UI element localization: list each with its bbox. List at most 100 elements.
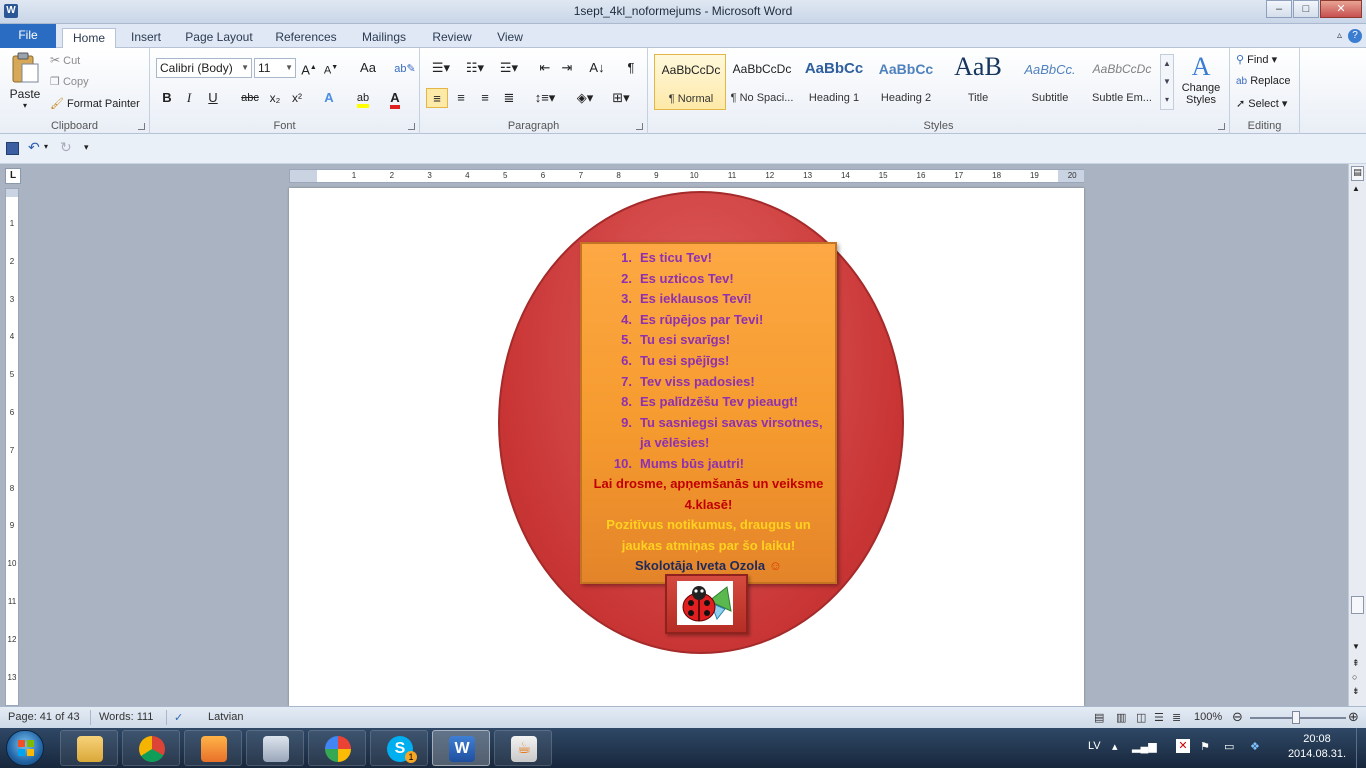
shading-button[interactable]: ◈▾ [570,88,600,108]
bold-button[interactable]: B [156,88,178,108]
tab-selector[interactable]: L [5,168,21,184]
tab-view[interactable]: View [490,28,530,48]
close-button[interactable]: ✕ [1320,0,1362,18]
show-desktop-button[interactable] [1356,728,1366,768]
system-clock[interactable]: 20:08 2014.08.31. [1282,732,1352,762]
minimize-button[interactable]: – [1266,0,1292,18]
line-spacing-button[interactable]: ↕≡▾ [530,88,560,108]
action-center-icon[interactable]: ✕ [1176,739,1190,753]
find-button[interactable]: ⚲ Find ▾ [1236,53,1277,66]
tab-page-layout[interactable]: Page Layout [180,28,258,48]
draft-view-icon[interactable]: ≣ [1172,711,1181,724]
select-button[interactable]: ➚ Select ▾ [1236,97,1287,110]
style-heading-2[interactable]: AaBbCc Heading 2 [870,54,942,110]
clipboard-launcher-icon[interactable] [138,123,145,130]
next-page-icon[interactable]: ⇟ [1352,686,1360,697]
style-subtitle[interactable]: AaBbCc. Subtitle [1014,54,1086,110]
grow-font-button[interactable]: A▲ [298,58,320,78]
taskbar-skype[interactable]: S 1 [370,730,428,766]
customize-toolbar-icon[interactable]: ▾ [84,142,89,153]
styles-gallery-scroll[interactable]: ▲ ▼ ▾ [1160,54,1174,110]
font-launcher-icon[interactable] [408,123,415,130]
scroll-down-icon[interactable]: ▼ [1352,642,1360,651]
tab-review[interactable]: Review [426,28,478,48]
dropbox-icon[interactable]: ❖ [1250,740,1260,753]
increase-indent-button[interactable]: ⇥ [556,58,578,78]
zoom-level[interactable]: 100% [1194,711,1222,723]
highlight-button[interactable]: ab [350,88,376,108]
sort-button[interactable]: A↓ [586,58,608,78]
network-icon[interactable]: ▂▄▆ [1132,740,1157,753]
taskbar-java[interactable]: ☕ [494,730,552,766]
change-styles-button[interactable]: A Change Styles [1178,52,1224,106]
taskbar-media-player[interactable] [184,730,242,766]
language-bar[interactable]: LV [1088,740,1101,752]
web-layout-icon[interactable]: ◫ [1136,711,1146,724]
zoom-in-icon[interactable]: ⊕ [1348,709,1359,725]
cut-button[interactable]: ✂ Cut [50,53,80,67]
style-title[interactable]: AaB Title [942,52,1014,110]
redo-icon[interactable]: ↻ [60,139,72,156]
save-icon[interactable] [6,142,19,155]
tray-expand-icon[interactable]: ▴ [1112,740,1118,753]
underline-button[interactable]: U [202,88,224,108]
bullets-button[interactable]: ☰▾ [426,58,456,78]
align-center-button[interactable]: ≡ [450,88,472,108]
taskbar-word[interactable]: W [432,730,490,766]
display-icon[interactable]: ▭ [1224,740,1234,753]
maximize-button[interactable]: □ [1293,0,1319,18]
paragraph-launcher-icon[interactable] [636,123,643,130]
font-size-combo[interactable]: 11 ▼ [254,58,296,78]
paste-button[interactable]: Paste ▾ [8,52,42,112]
numbering-button[interactable]: ☷▾ [460,58,490,78]
undo-dropdown-icon[interactable]: ▾ [44,142,48,151]
tab-references[interactable]: References [270,28,342,48]
font-name-combo[interactable]: Calibri (Body) ▼ [156,58,252,78]
document-page[interactable]: 1. Es ticu Tev! 2. Es uzticos Tev! 3. Es iekl… [289,188,1084,706]
text-effects-button[interactable]: A [318,88,340,108]
undo-icon[interactable]: ↶ [28,139,40,156]
zoom-out-icon[interactable]: ⊖ [1232,709,1243,725]
borders-button[interactable]: ⊞▾ [606,88,636,108]
multilevel-list-button[interactable]: ☲▾ [494,58,524,78]
style-heading-1[interactable]: AaBbCc Heading 1 [798,54,870,110]
superscript-button[interactable]: x² [286,88,308,108]
taskbar-chrome[interactable] [122,730,180,766]
show-formatting-button[interactable]: ¶ [620,58,642,78]
zoom-slider-thumb[interactable] [1292,711,1300,724]
page-count[interactable]: Page: 41 of 43 [8,711,80,723]
ruler-toggle-icon[interactable]: ▤ [1351,166,1364,181]
format-painter-button[interactable]: 🖌 Format Painter [50,97,140,110]
taskbar-picasa[interactable] [308,730,366,766]
previous-page-icon[interactable]: ⇞ [1352,658,1360,669]
italic-button[interactable]: I [178,88,200,108]
scroll-up-icon[interactable]: ▲ [1352,184,1360,193]
shrink-font-button[interactable]: A▼ [320,58,342,78]
browse-object-icon[interactable]: ○ [1352,672,1357,682]
tab-insert[interactable]: Insert [124,28,168,48]
orange-text-box[interactable]: 1. Es ticu Tev! 2. Es uzticos Tev! 3. Es iekl… [580,242,837,584]
proofing-icon[interactable]: ✓ [174,711,183,724]
full-screen-reading-icon[interactable]: ▥ [1116,711,1126,724]
word-count[interactable]: Words: 111 [99,711,153,723]
change-case-button[interactable]: Aa [354,58,382,78]
outline-view-icon[interactable]: ☰ [1154,711,1164,724]
taskbar-notepad[interactable] [246,730,304,766]
style-no-spacing[interactable]: AaBbCcDc ¶ No Spaci... [726,54,798,110]
align-left-button[interactable]: ≡ [426,88,448,108]
language-indicator[interactable]: Latvian [208,711,243,723]
vertical-ruler[interactable]: 123456789101112131415 [5,188,19,757]
justify-button[interactable]: ≣ [498,88,520,108]
horizontal-ruler[interactable]: 1 2 3 4 5 6 7 8 9 10 11 12 13 14 15 16 17 18 19 20 [289,169,1084,183]
minimize-ribbon-icon[interactable]: ▵ [1337,30,1342,41]
start-button[interactable] [6,730,44,766]
vertical-scrollbar[interactable]: ▤ ▲ ▼ ⇞ ○ ⇟ [1348,164,1366,706]
strikethrough-button[interactable]: abc [236,88,264,108]
tab-file[interactable]: File [0,24,56,48]
styles-launcher-icon[interactable] [1218,123,1225,130]
ladybug-picture-frame[interactable] [665,574,748,634]
taskbar-explorer[interactable] [60,730,118,766]
flag-icon[interactable]: ⚑ [1200,740,1210,753]
font-color-button[interactable]: A [384,88,406,109]
style-subtle-emphasis[interactable]: AaBbCcDc Subtle Em... [1086,54,1158,110]
